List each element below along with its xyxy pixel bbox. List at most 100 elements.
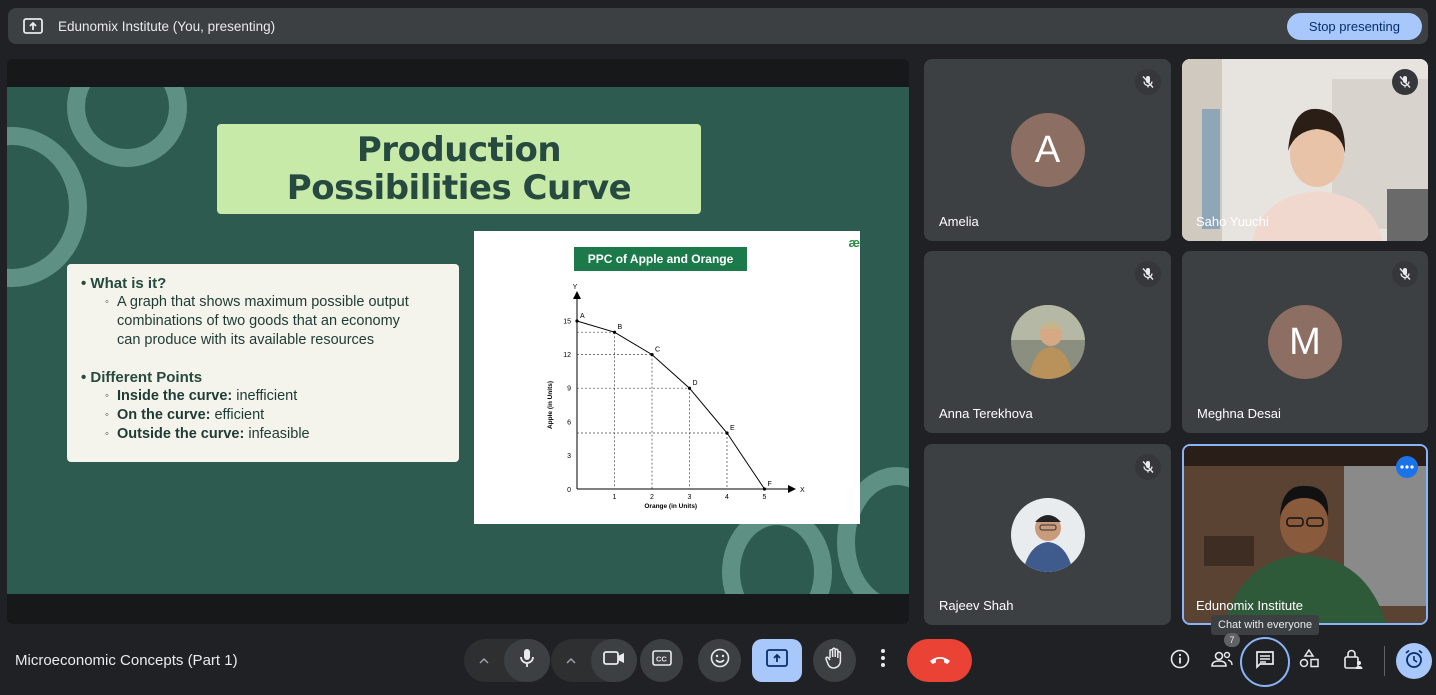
mic-off-icon (1135, 454, 1161, 480)
participant-tile[interactable]: Rajeev Shah (924, 444, 1171, 625)
svg-text:CC: CC (656, 655, 667, 664)
activities-button[interactable] (1294, 646, 1324, 676)
on-label: On the curve: (117, 407, 211, 423)
ppc-graph: PPC of Apple and Orange æ Y X 0 1 2 3 4 5 3 6 9 12 1… (474, 231, 860, 524)
point-label: C (655, 347, 660, 354)
more-options-icon[interactable] (1396, 456, 1418, 478)
point-label: D (693, 380, 698, 387)
meeting-name: Microeconomic Concepts (Part 1) (15, 652, 238, 669)
videocam-icon (603, 651, 625, 670)
slide-title-line2: Possibilities Curve (286, 168, 632, 208)
chevron-up-icon[interactable] (464, 657, 504, 664)
x-tick-label: 5 (763, 494, 767, 501)
mic-control (464, 639, 550, 682)
participant-name: Saho Yuuchi (1196, 214, 1269, 229)
decor-ring (7, 127, 87, 287)
on-value: efficient (210, 407, 265, 423)
people-count-badge: 7 (1224, 633, 1240, 647)
mic-off-icon (1135, 69, 1161, 95)
bullet-outside: Outside the curve: infeasible (81, 425, 445, 444)
avatar: M (1268, 305, 1342, 379)
participant-tile[interactable]: Saho Yuuchi (1182, 59, 1428, 241)
presenting-title: Edunomix Institute (You, presenting) (58, 18, 276, 34)
y-tick-label: 6 (567, 419, 571, 426)
participant-name: Anna Terekhova (939, 406, 1033, 421)
point-label: B (618, 324, 623, 331)
bullet-box: • What is it? A graph that shows maximum… (67, 264, 459, 462)
chat-button[interactable] (1240, 637, 1290, 687)
bullet-on: On the curve: efficient (81, 406, 445, 425)
mic-off-icon (1135, 261, 1161, 287)
x-axis-label: Orange (in Units) (644, 503, 697, 510)
stop-presenting-button[interactable]: Stop presenting (1286, 13, 1422, 40)
slide: Production Possibilities Curve • What is… (7, 87, 909, 594)
y-axis-letter: Y (573, 284, 578, 291)
reactions-button[interactable] (698, 639, 741, 682)
bullet-text: combinations of two goods that an econom… (117, 313, 400, 329)
camera-control (551, 639, 637, 682)
participant-tile[interactable]: Anna Terekhova (924, 251, 1171, 433)
more-vert-icon (881, 649, 885, 672)
host-controls-button[interactable] (1338, 646, 1368, 676)
x-tick-label: 3 (688, 494, 692, 501)
ppc-svg: YX01 2 3 4 53691215Orange (in Units)Apple (i… (547, 284, 805, 510)
x-axis-letter: X (800, 487, 805, 494)
present-to-all-icon (22, 17, 44, 35)
point-label: A (580, 313, 585, 320)
decor-ring (67, 87, 187, 167)
present-button[interactable] (752, 639, 802, 682)
leave-call-button[interactable] (907, 639, 972, 682)
participant-tile[interactable]: M Meghna Desai (1182, 251, 1428, 433)
chat-icon (1255, 650, 1275, 675)
shapes-icon (1299, 648, 1319, 674)
emoji-icon (710, 648, 730, 673)
outside-value: infeasible (244, 426, 310, 442)
bullet-heading-text: Different Points (90, 369, 203, 386)
participant-name: Edunomix Institute (1196, 598, 1303, 613)
camera-button[interactable] (591, 639, 637, 682)
hand-icon (824, 647, 845, 674)
point-label: E (730, 425, 735, 432)
microphone-icon (519, 648, 535, 673)
raise-hand-button[interactable] (813, 639, 856, 682)
avatar (1010, 497, 1085, 572)
ppc-curve (576, 320, 765, 490)
inside-value: inefficient (232, 388, 298, 404)
bottom-toolbar: Microeconomic Concepts (Part 1) CC (0, 628, 1436, 695)
outside-label: Outside the curve: (117, 426, 245, 442)
avatar (1010, 305, 1085, 379)
timer-button[interactable] (1396, 643, 1432, 679)
participant-name: Amelia (939, 214, 979, 229)
present-to-all-icon (766, 649, 788, 672)
closed-caption-icon: CC (651, 650, 672, 671)
presentation-stage: Production Possibilities Curve • What is… (7, 59, 909, 624)
mic-off-icon (1392, 69, 1418, 95)
captions-button[interactable]: CC (640, 639, 683, 682)
y-tick-label: 15 (563, 319, 571, 326)
participant-name: Meghna Desai (1197, 406, 1281, 421)
y-axis-arrow (573, 291, 581, 299)
bullet-heading: • What is it? (81, 275, 167, 292)
call-end-icon (929, 652, 951, 670)
x-tick-label: 2 (650, 494, 654, 501)
bullet-heading-text: What is it? (90, 275, 167, 292)
slide-title-box: Production Possibilities Curve (217, 124, 701, 214)
more-options-button[interactable] (866, 639, 900, 682)
meeting-details-button[interactable] (1165, 646, 1195, 676)
y-axis-label: Apple (in Units) (547, 381, 554, 429)
presenting-bar: Edunomix Institute (You, presenting) Sto… (8, 8, 1428, 44)
people-button[interactable] (1207, 646, 1237, 676)
curve-point (725, 431, 729, 435)
curve-point (687, 386, 692, 390)
curve-point (650, 353, 654, 357)
mic-off-icon (1392, 261, 1418, 287)
microphone-button[interactable] (504, 639, 550, 682)
divider (1384, 646, 1385, 676)
participant-tile[interactable]: A Amelia (924, 59, 1171, 241)
x-axis-arrow (788, 485, 796, 493)
info-icon (1170, 649, 1190, 674)
slide-title-line1: Production (356, 130, 562, 170)
chevron-up-icon[interactable] (551, 657, 591, 664)
participant-tile-self[interactable]: Edunomix Institute (1182, 444, 1428, 625)
y-tick-label: 12 (563, 352, 571, 359)
